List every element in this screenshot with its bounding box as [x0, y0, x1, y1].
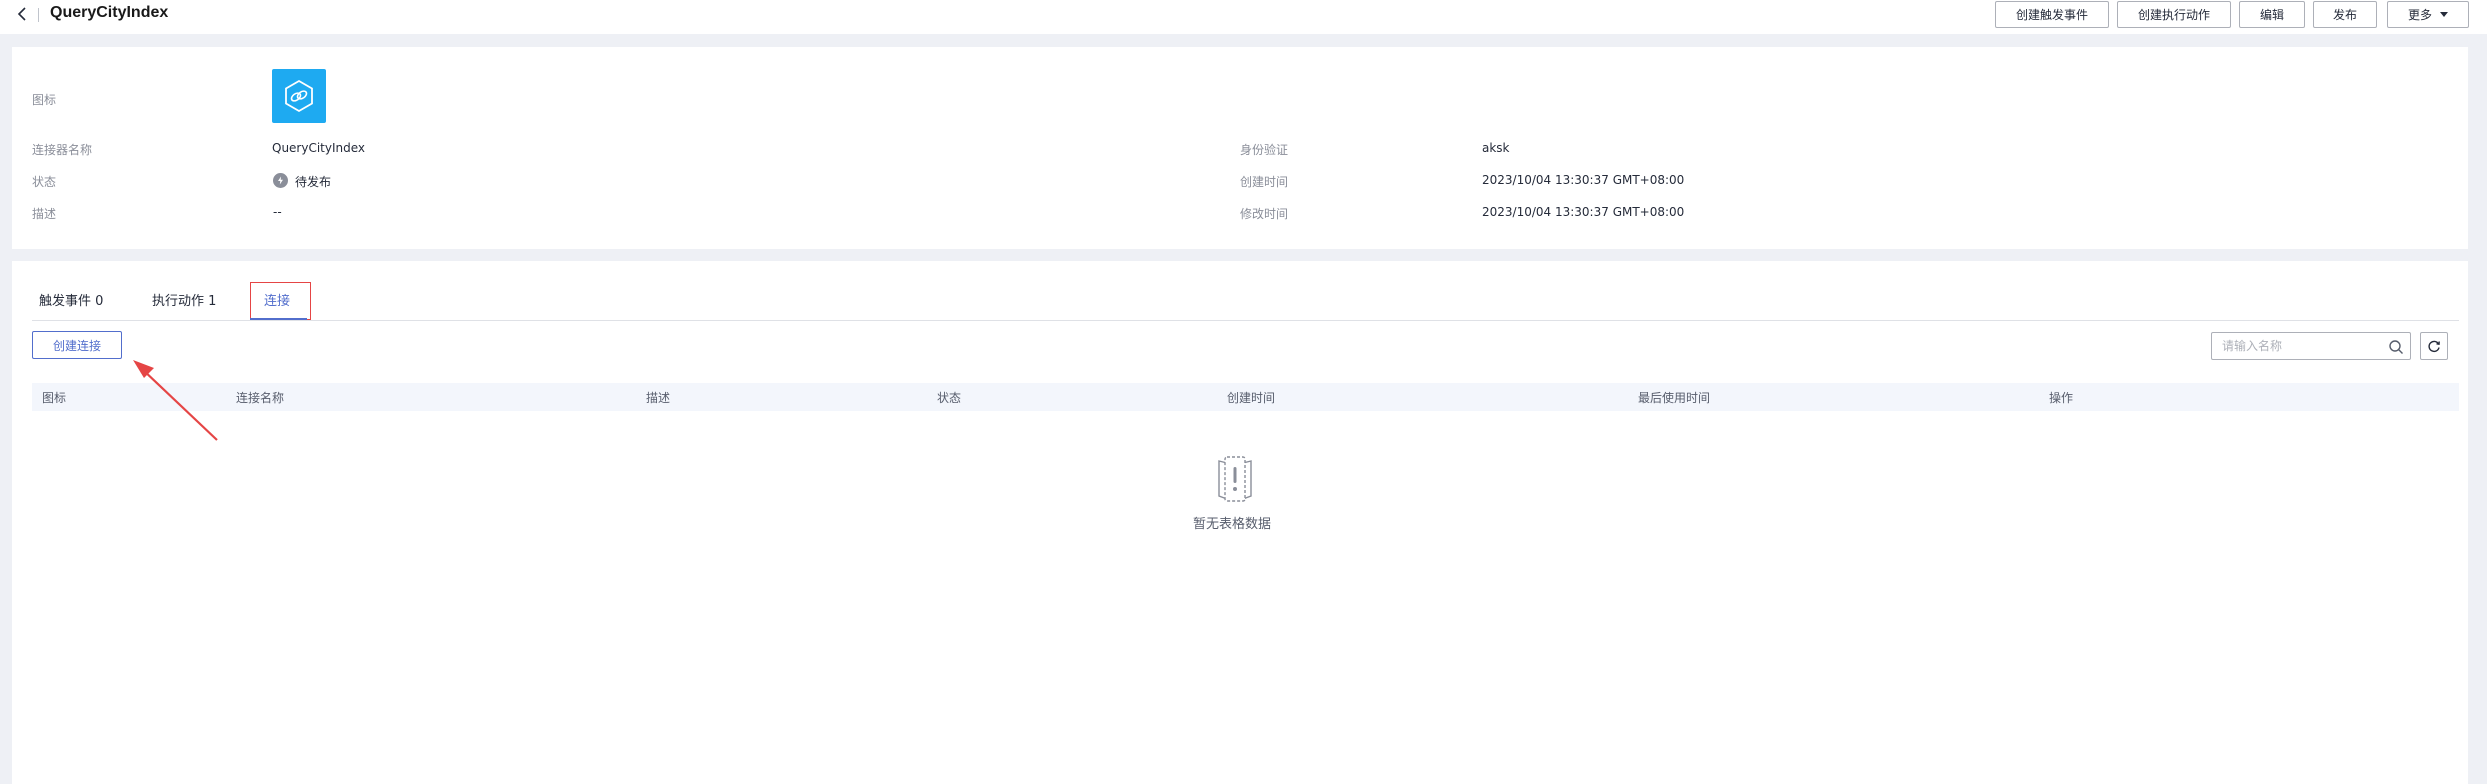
- description-value: --: [273, 205, 282, 219]
- back-arrow-icon[interactable]: [14, 5, 30, 23]
- search-input[interactable]: [2222, 337, 2382, 355]
- tab-trigger-events[interactable]: 触发事件 0: [39, 290, 103, 309]
- column-header-icon: 图标: [42, 391, 67, 405]
- column-header-status: 状态: [937, 391, 962, 405]
- empty-table-icon: [1205, 451, 1265, 507]
- created-time-value: 2023/10/04 13:30:37 GMT+08:00: [1482, 173, 1685, 187]
- tab-actions[interactable]: 执行动作 1: [152, 290, 216, 309]
- empty-table-text: 暂无表格数据: [1192, 517, 1271, 532]
- table-header: 图标 连接名称 描述 状态 创建时间 最后使用时间 操作: [32, 383, 2459, 411]
- column-header-actions: 操作: [2049, 391, 2074, 405]
- column-header-description: 描述: [646, 391, 671, 405]
- status-label: 状态: [32, 175, 57, 189]
- column-header-last-used: 最后使用时间: [1638, 391, 1711, 405]
- connector-logo-icon: [272, 69, 326, 123]
- tab-connections[interactable]: 连接: [264, 290, 290, 309]
- search-box[interactable]: [2211, 332, 2411, 360]
- modified-time-value: 2023/10/04 13:30:37 GMT+08:00: [1482, 205, 1685, 219]
- tab-divider: [32, 320, 2459, 321]
- refresh-icon: [2428, 340, 2440, 353]
- auth-value: aksk: [1482, 141, 1510, 155]
- connections-panel: 触发事件 0 执行动作 1 连接 创建连接 图标 连接名称 描述 状态 创建时间…: [12, 261, 2468, 784]
- created-time-label: 创建时间: [1240, 175, 1289, 189]
- description-label: 描述: [32, 207, 57, 221]
- refresh-button[interactable]: [2420, 332, 2448, 360]
- connector-info-card: 图标 连接器名称 QueryCityIndex 状态 待发布 描述 -- 身份验…: [12, 47, 2468, 249]
- icon-label: 图标: [32, 93, 57, 107]
- pending-status-icon: [273, 173, 288, 188]
- active-tab-indicator: [250, 318, 307, 320]
- column-header-name: 连接名称: [236, 391, 285, 405]
- publish-button[interactable]: 发布: [2313, 1, 2377, 28]
- create-trigger-button[interactable]: 创建触发事件: [1995, 1, 2109, 28]
- modified-time-label: 修改时间: [1240, 207, 1289, 221]
- header-divider: [38, 8, 39, 22]
- search-icon[interactable]: [2388, 339, 2404, 355]
- caret-down-icon: [2440, 12, 2448, 17]
- edit-button[interactable]: 编辑: [2239, 1, 2305, 28]
- more-dropdown-button[interactable]: 更多: [2387, 1, 2469, 28]
- name-label: 连接器名称: [32, 143, 93, 157]
- create-action-button[interactable]: 创建执行动作: [2117, 1, 2231, 28]
- auth-label: 身份验证: [1240, 143, 1289, 157]
- more-label: 更多: [2407, 8, 2432, 22]
- status-value: 待发布: [295, 175, 332, 189]
- page-header: QueryCityIndex 创建触发事件 创建执行动作 编辑 发布 更多: [0, 0, 2487, 34]
- column-header-created: 创建时间: [1227, 391, 1276, 405]
- name-value: QueryCityIndex: [272, 141, 366, 155]
- page-title: QueryCityIndex: [50, 4, 169, 21]
- create-connection-button[interactable]: 创建连接: [32, 331, 122, 359]
